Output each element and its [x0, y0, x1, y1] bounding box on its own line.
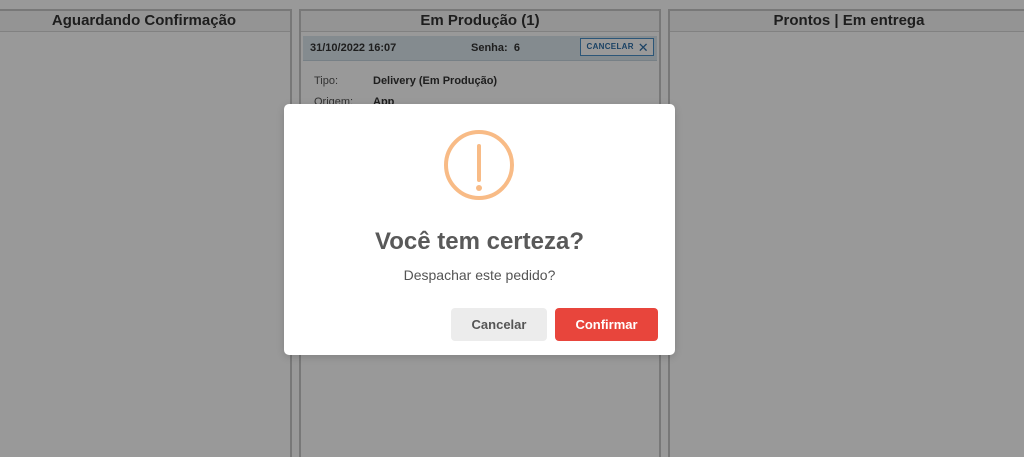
- confirmation-dialog: Você tem certeza? Despachar este pedido?…: [284, 104, 675, 355]
- cancel-button[interactable]: Cancelar: [451, 308, 547, 341]
- confirm-button[interactable]: Confirmar: [555, 308, 658, 341]
- warning-icon: [444, 130, 514, 200]
- warning-icon-bar: [477, 144, 481, 182]
- dialog-message: Despachar este pedido?: [403, 267, 556, 283]
- dialog-title: Você tem certeza?: [375, 228, 584, 255]
- warning-icon-dot: [476, 185, 482, 191]
